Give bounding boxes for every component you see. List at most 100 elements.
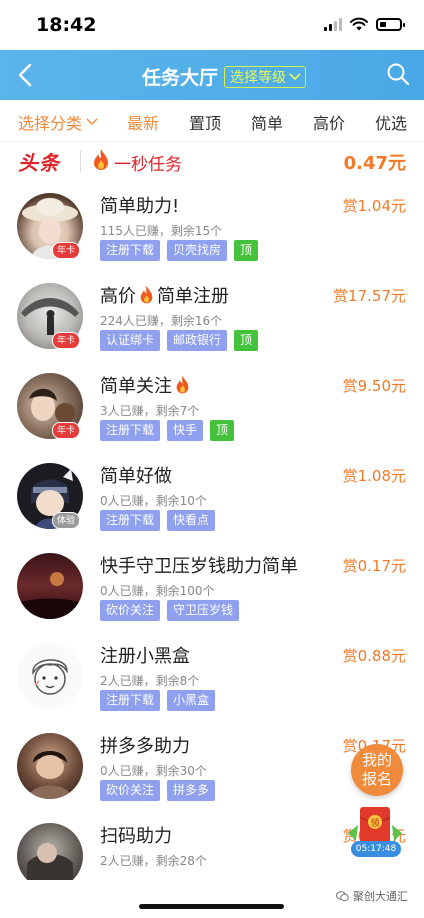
my-signup-button[interactable]: 我的 报名 [351, 744, 403, 796]
tag: 注册下载 [100, 510, 161, 531]
task-reward: 赏17.57元 [333, 287, 406, 305]
task-item[interactable]: 年卡 简单助力! 115人已赚，剩余15个 注册下载 贝壳找房 顶 赏1.04元 [0, 180, 424, 270]
my-signup-label-2: 报名 [361, 770, 392, 788]
task-title: 扫码助力 [100, 822, 172, 848]
tab-pinned[interactable]: 置顶 [189, 110, 221, 134]
task-tags: 砍价关注 拼多多 [100, 780, 216, 801]
task-tags: 注册下载 快手 顶 [100, 420, 235, 441]
level-select-dropdown[interactable]: 选择等级 [224, 66, 306, 88]
fire-icon [176, 375, 189, 394]
task-title-text: 注册小黑盒 [100, 646, 190, 667]
task-reward: 赏1.04元 [342, 197, 406, 215]
task-title: 拼多多助力 [100, 732, 190, 758]
headline-logo: 头条 [18, 151, 60, 175]
task-item[interactable]: 注册小黑盒 2人已赚，剩余8个 注册下载 小黑盒 赏0.88元 [0, 630, 424, 720]
task-item[interactable]: 快手守卫压岁钱助力简单 0人已赚，剩余100个 砍价关注 守卫压岁钱 赏0.17… [0, 540, 424, 630]
tab-simple[interactable]: 简单 [251, 110, 283, 134]
tag: 认证绑卡 [100, 330, 161, 351]
tab-high-price[interactable]: 高价 [313, 110, 345, 134]
task-item[interactable]: 年卡 简单关注 3人已赚，剩余7个 注册下载 快手 顶 赏9.50元 [0, 360, 424, 450]
tag: 快看点 [167, 510, 216, 531]
tag: 砍价关注 [100, 600, 161, 621]
tag: 邮政银行 [167, 330, 228, 351]
wifi-icon [350, 17, 368, 31]
chevron-down-icon [86, 118, 98, 126]
avatar [17, 553, 83, 619]
task-tags: 注册下载 快看点 [100, 510, 216, 531]
task-title-text: 扫码助力 [100, 826, 172, 847]
tab-premium[interactable]: 优选 [375, 110, 407, 134]
task-stats: 3人已赚，剩余7个 [100, 404, 200, 418]
task-title: 简单关注 [100, 372, 191, 398]
task-stats: 2人已赚，剩余8个 [100, 674, 200, 688]
avatar-badge: 体验 [52, 512, 80, 529]
filter-category-label: 选择分类 [18, 114, 83, 133]
tag: 注册下载 [100, 420, 161, 441]
level-select-label: 选择等级 [230, 70, 286, 86]
task-reward: 赏0.17元 [342, 557, 406, 575]
fire-icon [140, 285, 153, 304]
task-item[interactable]: 体验 简单好做 0人已赚，剩余10个 注册下载 快看点 赏1.08元 [0, 450, 424, 540]
signal-icon [324, 17, 342, 31]
divider [80, 150, 81, 172]
tag: 守卫压岁钱 [167, 600, 240, 621]
headline-price: 0.47元 [343, 153, 406, 174]
top-tag: 顶 [210, 420, 235, 441]
task-title: 快手守卫压岁钱助力简单 [100, 552, 298, 578]
tag: 拼多多 [167, 780, 216, 801]
avatar-badge: 年卡 [52, 242, 80, 259]
task-title-text: 简单助力! [100, 196, 180, 217]
task-stats: 0人已赚，剩余100个 [100, 584, 215, 598]
tag: 小黑盒 [167, 690, 216, 711]
header-bar: 任务大厅 选择等级 [0, 50, 424, 100]
task-stats: 2人已赚，剩余28个 [100, 854, 207, 868]
home-indicator[interactable] [139, 904, 284, 909]
task-list: 年卡 简单助力! 115人已赚，剩余15个 注册下载 贝壳找房 顶 赏1.04元… [0, 180, 424, 900]
back-icon[interactable] [14, 62, 38, 88]
bottom-bar: 聚创大通汇 [0, 880, 424, 918]
task-tags: 注册下载 贝壳找房 顶 [100, 240, 259, 261]
avatar-badge: 年卡 [52, 422, 80, 439]
battery-icon [376, 18, 405, 31]
watermark-text: 聚创大通汇 [353, 890, 408, 903]
task-title: 简单助力! [100, 192, 179, 218]
avatar [17, 733, 83, 799]
task-item[interactable]: 年卡 高价 简单注册 224人已赚，剩余16个 认证绑卡 邮政银行 顶 赏17.… [0, 270, 424, 360]
task-stats: 224人已赚，剩余16个 [100, 314, 223, 328]
task-reward: 赏9.50元 [342, 377, 406, 395]
task-title-text: 简单好做 [100, 466, 172, 487]
task-title-text: 简单注册 [157, 286, 229, 307]
task-title-text: 拼多多助力 [100, 736, 190, 757]
status-time: 18:42 [36, 14, 97, 36]
wechat-icon [336, 890, 349, 901]
envelope-timer: 05:17:48 [351, 841, 401, 857]
avatar [17, 643, 83, 709]
top-tag: 顶 [234, 240, 259, 261]
tab-latest[interactable]: 最新 [127, 110, 159, 134]
tag: 砍价关注 [100, 780, 161, 801]
search-icon[interactable] [386, 62, 410, 86]
status-icons [324, 17, 405, 31]
task-tags: 砍价关注 守卫压岁钱 [100, 600, 240, 621]
task-title: 简单好做 [100, 462, 172, 488]
tag: 贝壳找房 [167, 240, 228, 261]
task-tags: 注册下载 小黑盒 [100, 690, 216, 711]
top-tag: 顶 [234, 330, 259, 351]
task-stats: 115人已赚，剩余15个 [100, 224, 223, 238]
headline-banner[interactable]: 头条 一秒任务 0.47元 [0, 143, 424, 179]
task-reward: 赏0.88元 [342, 647, 406, 665]
filter-category[interactable]: 选择分类 [18, 110, 98, 134]
headline-text: 一秒任务 [114, 155, 182, 175]
task-title: 高价 简单注册 [100, 282, 229, 308]
my-signup-label-1: 我的 [361, 751, 392, 769]
task-reward: 赏1.08元 [342, 467, 406, 485]
avatar-badge: 年卡 [52, 332, 80, 349]
watermark: 聚创大通汇 [336, 888, 408, 904]
task-tags: 认证绑卡 邮政银行 顶 [100, 330, 259, 351]
page-title: 任务大厅 [142, 67, 219, 89]
task-title-text: 快手守卫压岁钱助力简单 [100, 556, 298, 577]
fire-icon [94, 149, 108, 170]
task-title-text: 高价 [100, 286, 136, 307]
task-stats: 0人已赚，剩余30个 [100, 764, 207, 778]
filter-bar: 选择分类 最新 置顶 简单 高价 优选 [0, 100, 424, 142]
